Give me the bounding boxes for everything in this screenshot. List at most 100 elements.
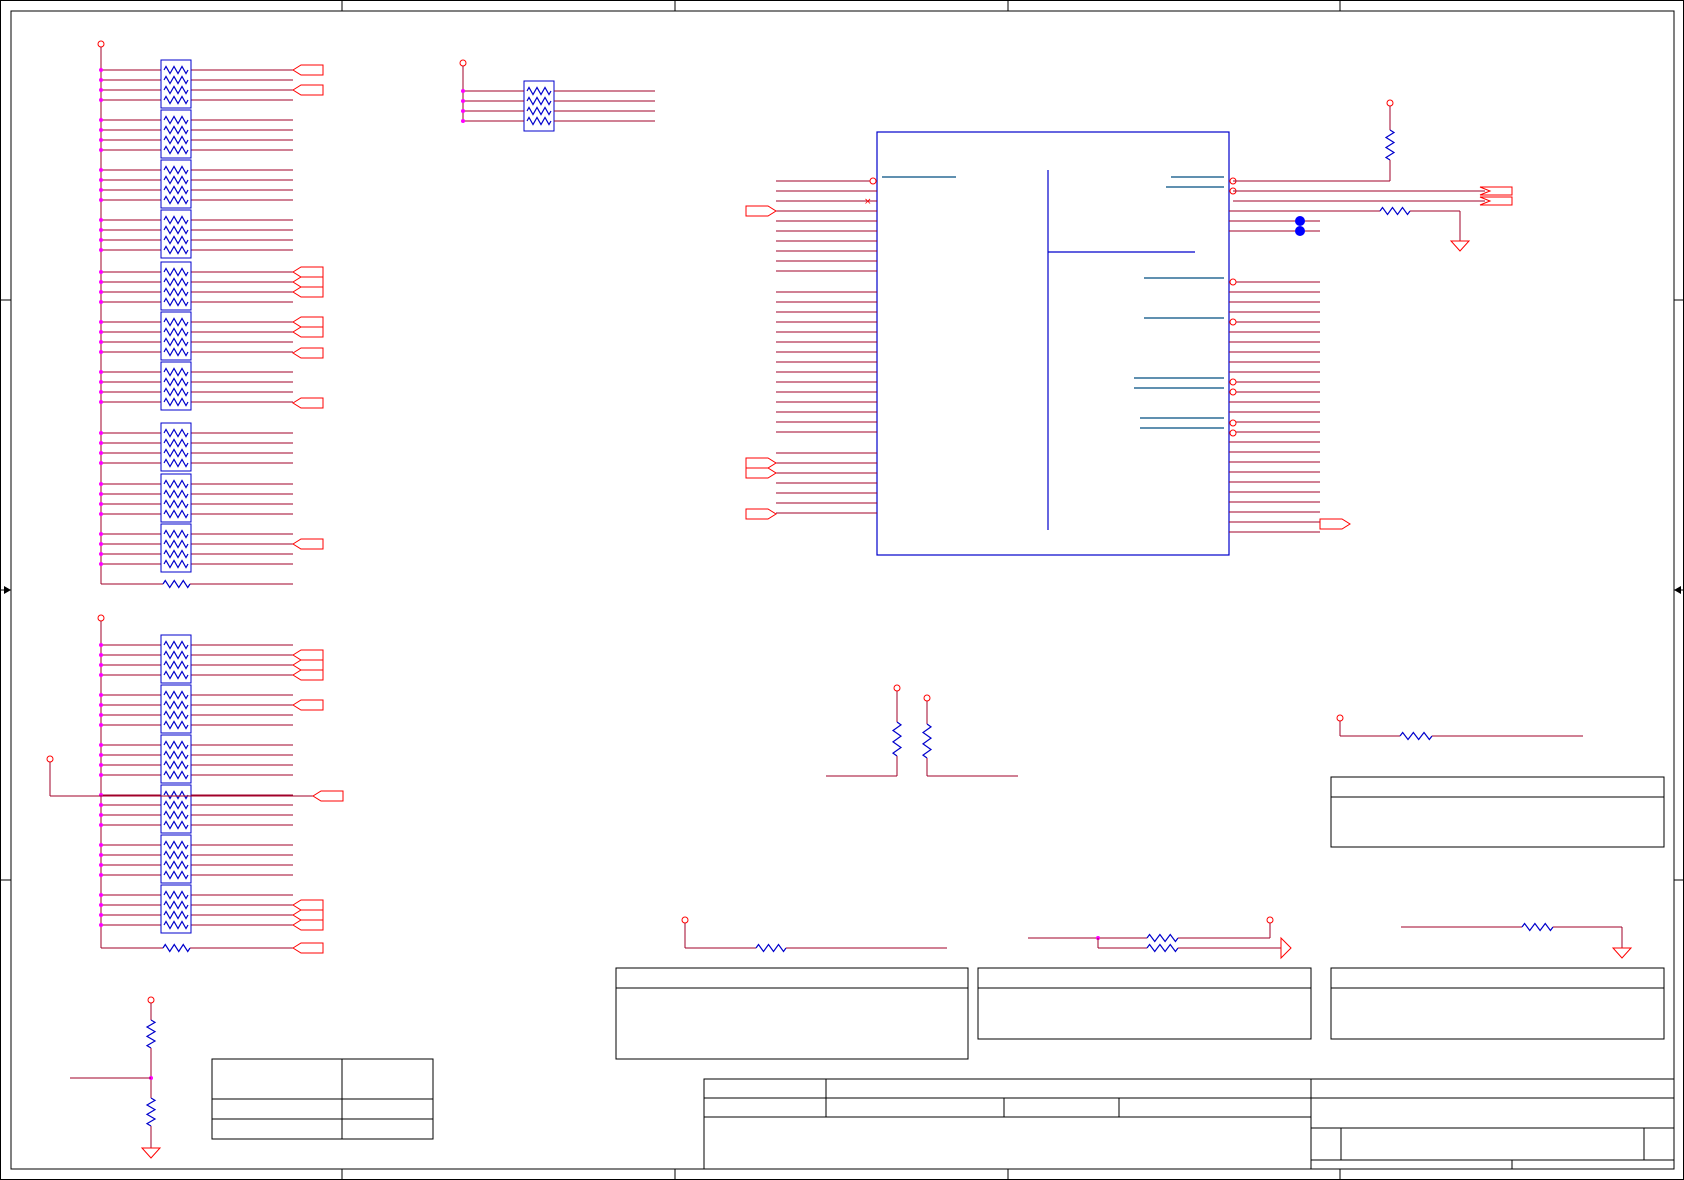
power-pin-circle-icon: [893, 684, 901, 692]
junction-dot: [99, 743, 103, 747]
junction-dot: [461, 109, 465, 113]
junction-dot: [99, 148, 103, 152]
junction-dot: [99, 643, 103, 647]
junction-dot: [99, 390, 103, 394]
junction-dot: [99, 330, 103, 334]
junction-dot: [99, 693, 103, 697]
resistor-icon: [1521, 922, 1554, 932]
power-pin-circle-icon: [97, 614, 105, 622]
junction-dot: [99, 280, 103, 284]
junction-dot: [99, 542, 103, 546]
junction-dot: [99, 913, 103, 917]
junction-dot: [99, 703, 103, 707]
resistor-array-1-connectors: [292, 64, 324, 550]
resistor-pack-small: [459, 59, 655, 132]
note-box-bottom-left: [615, 967, 969, 1060]
offpage-connector-icon: [292, 286, 324, 298]
junction-dot: [99, 168, 103, 172]
offpage-connector-icon: [745, 508, 777, 520]
resistor-icon: [1379, 206, 1411, 216]
single-resistor-icon: [162, 579, 191, 589]
power-pin-circle-icon: [1386, 99, 1394, 107]
ground-triangle-icon: [1611, 947, 1633, 959]
junction-dot: [99, 320, 103, 324]
offpage-connector-icon: [292, 347, 324, 359]
single-resistor-icon: [162, 943, 191, 953]
resistor-array-1-wires: [97, 40, 293, 585]
power-pin-circle-icon: [1229, 419, 1237, 427]
junction-dot: [461, 119, 465, 123]
junction-dot: [99, 270, 103, 274]
junction-dot: [99, 843, 103, 847]
note-box-bottom-middle: [977, 967, 1312, 1040]
junction-dot: [99, 492, 103, 496]
junction-dot: [99, 863, 103, 867]
junction-dot: [99, 370, 103, 374]
offpage-connector-icon: [292, 649, 324, 661]
junction-dot: [99, 653, 103, 657]
power-pin-circle-icon: [459, 59, 467, 67]
offpage-connector-icon: [745, 457, 777, 469]
junction-dot: [99, 188, 103, 192]
power-pin-circle-icon: [923, 694, 931, 702]
offpage-connector-icon: [292, 659, 324, 671]
power-pin-circle-icon: [46, 755, 54, 763]
resistor-icon: [921, 723, 933, 759]
junction-dot: [99, 68, 103, 72]
junction-dot: [99, 138, 103, 142]
offpage-connector-icon: [312, 790, 344, 802]
offpage-connector-icon: [292, 397, 324, 409]
junction-dot: [99, 773, 103, 777]
junction-dot: [99, 78, 103, 82]
note-box-bottom-right: [1330, 967, 1665, 1040]
power-pin-circle-icon: [147, 996, 155, 1004]
junction-dot: [99, 823, 103, 827]
junction-dot: [99, 723, 103, 727]
note-box-right-upper: [1330, 776, 1665, 848]
junction-dot: [99, 923, 103, 927]
junction-dot: [461, 99, 465, 103]
junction-dot: [99, 753, 103, 757]
offpage-connector-icon: [292, 266, 324, 278]
power-pin-circle-icon: [1336, 714, 1344, 722]
junction-dot: [99, 903, 103, 907]
junction-dot: [99, 380, 103, 384]
resistor-icon: [891, 721, 903, 757]
junction-dot: [1295, 216, 1305, 226]
ground-triangle-icon: [140, 1147, 162, 1159]
offpage-connector-icon: [745, 205, 777, 217]
power-pin-circle-icon: [1229, 378, 1237, 386]
resistor-array-2: [160, 634, 192, 953]
offpage-connector-icon: [292, 942, 324, 954]
drawing-frame: [0, 0, 1684, 1180]
junction-dot: [99, 512, 103, 516]
offpage-connector-icon: [292, 84, 324, 96]
junction-dot: [99, 228, 103, 232]
junction-dot: [99, 350, 103, 354]
junction-dot: [99, 248, 103, 252]
junction-dot: [99, 803, 103, 807]
resistor-icon: [1399, 731, 1433, 741]
junction-dot: [99, 763, 103, 767]
resistor-icon: [145, 1019, 157, 1049]
offpage-connector-icon: [1319, 518, 1351, 530]
offpage-connector-icon: [745, 467, 777, 479]
power-pin-circle-icon: [869, 177, 877, 185]
power-pin-circle-icon: [1229, 278, 1237, 286]
junction-dot: [99, 218, 103, 222]
schematic-sheet: ×: [0, 0, 1684, 1180]
ic-body: [876, 131, 1230, 556]
ground-triangle-icon: [1449, 240, 1471, 252]
offpage-connector-icon: [292, 899, 324, 911]
power-pin-circle-icon: [681, 916, 689, 924]
junction-dot: [99, 663, 103, 667]
title-block: [703, 1078, 1675, 1170]
junction-dot: [99, 88, 103, 92]
main-ic: ×: [745, 99, 1513, 556]
junction-dot: [99, 673, 103, 677]
junction-dot: [99, 118, 103, 122]
offpage-connector-icon: [292, 669, 324, 681]
junction-dot: [99, 461, 103, 465]
junction-dot: [99, 562, 103, 566]
power-pin-circle-icon: [1229, 388, 1237, 396]
